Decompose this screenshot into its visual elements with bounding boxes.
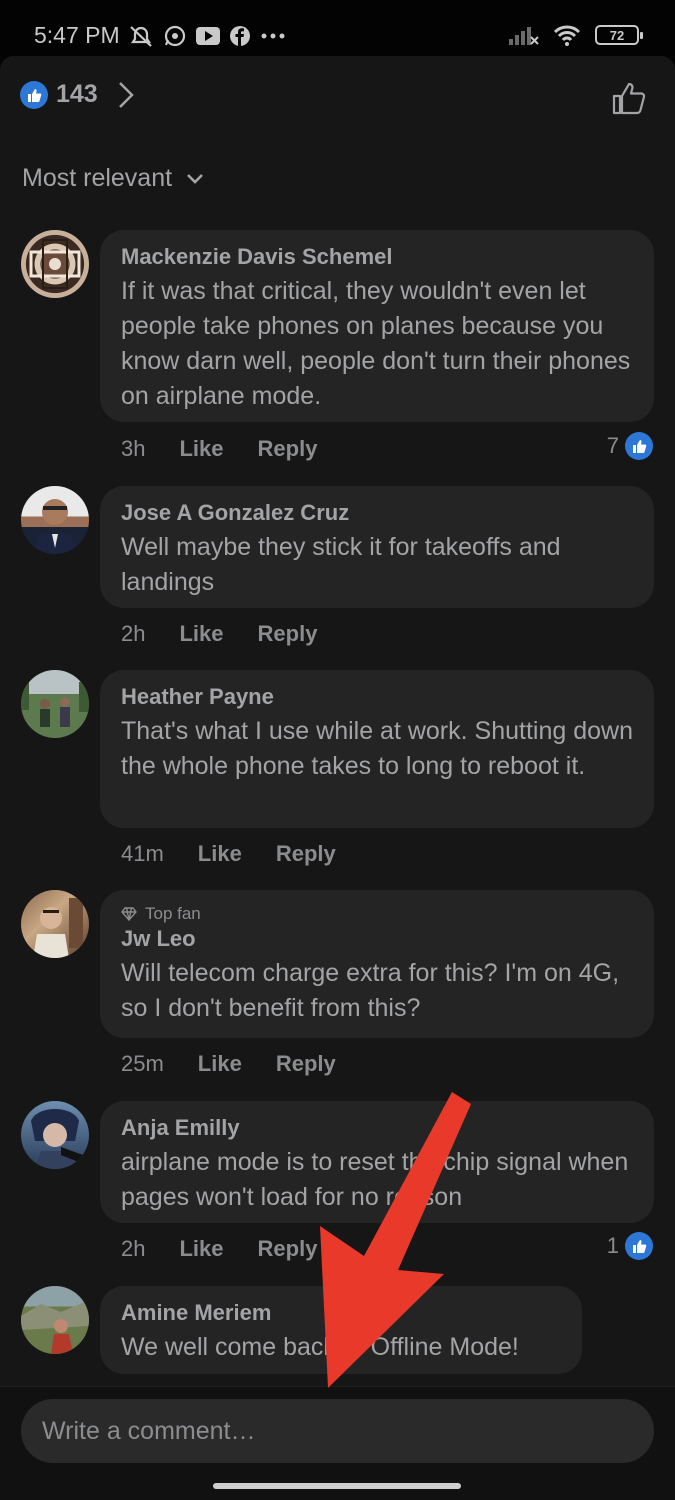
avatar[interactable] bbox=[21, 486, 89, 554]
comment-author[interactable]: Mackenzie Davis Schemel bbox=[121, 244, 634, 270]
comment-text: Will telecom charge extra for this? I'm … bbox=[121, 959, 620, 1022]
sort-label: Most relevant bbox=[22, 164, 173, 192]
avatar[interactable] bbox=[21, 230, 89, 298]
thumbs-up-outline-icon[interactable] bbox=[611, 80, 647, 116]
comment-actions: 25m Like Reply bbox=[121, 1051, 336, 1077]
comment-reactions[interactable]: 1 bbox=[607, 1232, 653, 1260]
comment-text: airplane mode is to reset the chip signa… bbox=[121, 1148, 629, 1211]
comment-actions: 3h Like Reply bbox=[121, 436, 317, 462]
comment-bubble: Heather Payne That's what I use while at… bbox=[100, 670, 654, 828]
comment-input[interactable]: Write a comment… bbox=[21, 1399, 654, 1463]
comment-time: 2h bbox=[121, 621, 146, 646]
comment-bubble: Amine Meriem We well come back to Offlin… bbox=[100, 1286, 582, 1374]
comment-actions: 2h Like Reply bbox=[121, 621, 317, 647]
comment-bubble: Top fan Jw Leo Will telecom charge extra… bbox=[100, 890, 654, 1038]
like-button[interactable]: Like bbox=[198, 841, 242, 867]
composer-bar: Write a comment… bbox=[0, 1386, 675, 1500]
avatar[interactable] bbox=[21, 670, 89, 738]
status-time: 5:47 PM bbox=[34, 22, 120, 48]
like-button[interactable]: Like bbox=[179, 621, 223, 647]
comment-time: 2h bbox=[121, 1236, 146, 1261]
comment-bubble: Jose A Gonzalez Cruz Well maybe they sti… bbox=[100, 486, 654, 608]
comment-text: We well come back to Offline Mode! bbox=[121, 1333, 519, 1361]
chevron-down-icon bbox=[187, 173, 203, 184]
top-fan-badge: Top fan bbox=[121, 904, 634, 924]
comment-actions: 41m Like Reply bbox=[121, 841, 336, 867]
status-icons-left bbox=[128, 24, 286, 48]
comment-reactions[interactable]: 7 bbox=[607, 432, 653, 460]
comment-actions: 2h Like Reply bbox=[121, 1236, 317, 1262]
like-reaction-icon bbox=[625, 432, 653, 460]
comment-text: If it was that critical, they wouldn't e… bbox=[121, 277, 631, 410]
reply-button[interactable]: Reply bbox=[276, 841, 336, 867]
comment-author[interactable]: Jw Leo bbox=[121, 926, 634, 952]
comment-reaction-count: 7 bbox=[606, 433, 619, 458]
avatar[interactable] bbox=[21, 890, 89, 958]
comment-bubble: Mackenzie Davis Schemel If it was that c… bbox=[100, 230, 654, 422]
avatar[interactable] bbox=[21, 1101, 89, 1169]
comment-time: 41m bbox=[121, 841, 164, 866]
reaction-count: 143 bbox=[56, 80, 98, 108]
comment-author[interactable]: Heather Payne bbox=[121, 684, 634, 710]
reply-button[interactable]: Reply bbox=[258, 621, 318, 647]
comment-author[interactable]: Amine Meriem bbox=[121, 1300, 562, 1326]
youtube-icon bbox=[196, 27, 220, 45]
status-bar: 5:47 PM 72 bbox=[0, 0, 675, 56]
comment-time: 25m bbox=[121, 1051, 164, 1076]
home-indicator[interactable] bbox=[213, 1483, 461, 1489]
comment-author[interactable]: Jose A Gonzalez Cruz bbox=[121, 500, 634, 526]
more-dots-icon bbox=[261, 33, 285, 39]
comment-reaction-count: 1 bbox=[606, 1233, 619, 1258]
battery-icon: 72 bbox=[595, 25, 643, 45]
comment-text: That's what I use while at work. Shuttin… bbox=[121, 717, 633, 780]
signal-icon bbox=[509, 27, 539, 45]
whatsapp-icon bbox=[164, 25, 186, 47]
status-icons-right: 72 bbox=[509, 24, 643, 46]
comment-text: Well maybe they stick it for takeoffs an… bbox=[121, 533, 561, 596]
reactions-summary[interactable]: 143 bbox=[20, 80, 134, 109]
mute-alarm-icon bbox=[130, 26, 152, 47]
like-reaction-icon bbox=[20, 80, 48, 109]
comment-bubble: Anja Emilly airplane mode is to reset th… bbox=[100, 1101, 654, 1223]
like-button[interactable]: Like bbox=[198, 1051, 242, 1077]
comments-sheet: 143 Most relevant Mackenzie Davis Scheme… bbox=[0, 56, 675, 1500]
reply-button[interactable]: Reply bbox=[258, 1236, 318, 1262]
avatar[interactable] bbox=[21, 1286, 89, 1354]
top-fan-label: Top fan bbox=[145, 904, 201, 923]
chevron-right-icon[interactable] bbox=[118, 81, 134, 109]
wifi-icon bbox=[553, 25, 581, 46]
facebook-icon bbox=[230, 26, 250, 46]
like-button[interactable]: Like bbox=[179, 436, 223, 462]
diamond-icon bbox=[121, 907, 137, 921]
comment-time: 3h bbox=[121, 436, 146, 461]
like-reaction-icon bbox=[625, 1232, 653, 1260]
like-button[interactable]: Like bbox=[179, 1236, 223, 1262]
reply-button[interactable]: Reply bbox=[258, 436, 318, 462]
reply-button[interactable]: Reply bbox=[276, 1051, 336, 1077]
comment-author[interactable]: Anja Emilly bbox=[121, 1115, 634, 1141]
sort-dropdown[interactable]: Most relevant bbox=[22, 164, 204, 193]
